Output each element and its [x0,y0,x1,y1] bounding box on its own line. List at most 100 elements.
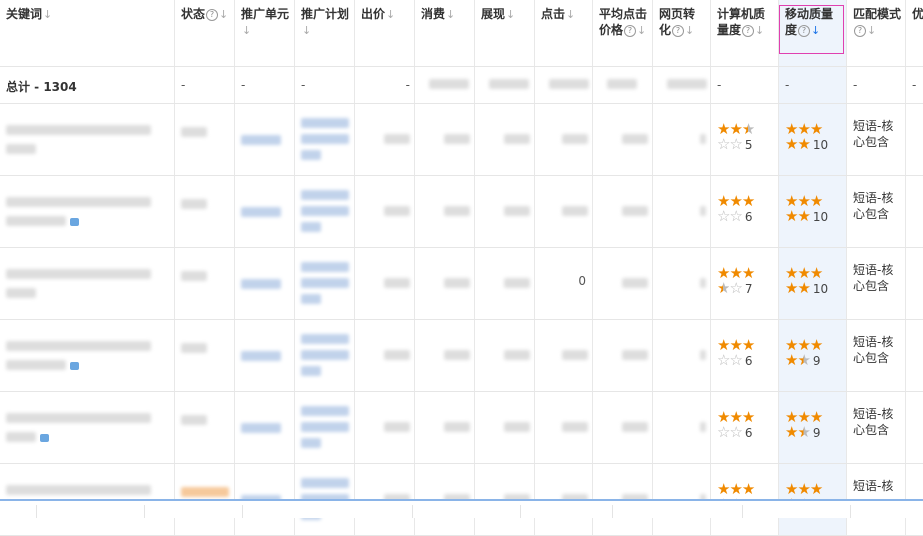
cell-conv [653,392,711,463]
help-icon[interactable]: ? [742,25,755,37]
total-dash: - [405,78,410,92]
table-row[interactable]: ★★★ ☆☆ 6 ★★★ ★★ 9 短语-核心包含 [0,392,923,464]
header-keyword[interactable]: 关键词↓ [0,0,175,66]
sort-arrow-icon[interactable]: ↓ [867,24,876,37]
header-impr[interactable]: 展现↓ [475,0,535,66]
redacted-plan [301,118,349,128]
header-click[interactable]: 点击↓ [535,0,593,66]
star-icon: ★ [785,351,798,369]
star-icon: ★ [797,279,810,297]
redacted-value [444,134,470,144]
star-icon: ★ [741,120,755,138]
pc-quality-stars: ★★★ ☆☆ 5 [717,122,774,153]
sort-arrow-icon[interactable]: ↓ [755,24,764,37]
redacted-keyword [6,269,151,279]
help-icon[interactable]: ? [206,9,219,21]
cell-conv [653,248,711,319]
total-cost [415,67,475,103]
redacted-unit [241,351,281,361]
help-icon[interactable]: ? [854,25,866,37]
table-body: ★★★ ☆☆ 5 ★★★ ★★ 10 短语-核心包含 ★★★ ☆☆ 6 ★★★ ★★ 10 短语-核心包含… [0,104,923,536]
sort-arrow-icon[interactable]: ↓ [506,8,515,21]
header-match[interactable]: 匹配模式? ↓ [847,0,906,66]
star-icon: ☆ [717,423,730,441]
header-keyword-label: 关键词 [6,7,43,21]
table-row[interactable]: 0 ★★★ ★☆ 7 ★★★ ★★ 10 短语-核心包含 [0,248,923,320]
help-icon[interactable]: ? [624,25,637,37]
header-status-label: 状态 [181,7,206,21]
cell-bid [355,248,415,319]
tag-icon[interactable] [40,434,49,442]
star-icon: ★ [741,480,755,498]
header-avgcpc[interactable]: 平均点击价格? ↓ [593,0,653,66]
header-match-label: 匹配模式 [853,7,902,21]
sort-arrow-icon[interactable]: ↓ [302,24,311,37]
redacted-status [181,271,207,281]
cell-plan [295,248,355,319]
sort-arrow-icon[interactable]: ↓ [242,24,251,37]
header-bid[interactable]: 出价↓ [355,0,415,66]
mobile-quality-stars: ★★★ ★★ 10 [785,194,842,225]
tag-icon[interactable] [70,218,79,226]
header-impr-label: 展现 [481,7,506,21]
sort-arrow-icon[interactable]: ↓ [219,8,228,21]
sort-arrow-icon[interactable]: ↓ [566,8,575,21]
total-mobq: - [779,67,847,103]
cell-keyword [0,320,175,391]
redacted-value [384,134,410,144]
cell-match: 短语-核心包含 [847,392,906,463]
sort-arrow-icon[interactable]: ↓ [637,24,646,37]
cell-cost [415,392,475,463]
header-mobq[interactable]: 移动质量度? ↓ [779,0,847,66]
redacted-plan [301,406,349,416]
redacted-value [384,350,410,360]
redacted-value [700,206,706,216]
redacted-value [622,422,648,432]
redacted-plan [301,150,321,160]
star-icon: ★ [797,135,810,153]
redacted-value [700,422,706,432]
redacted-value [384,206,410,216]
star-icon: ★ [785,135,798,153]
cell-bid [355,320,415,391]
cell-mobq: ★★★ ★★ 10 [779,104,847,175]
header-unit[interactable]: 推广单元 ↓ [235,0,295,66]
redacted-value [504,422,530,432]
cell-avgcpc [593,392,653,463]
sort-arrow-icon[interactable]: ↓ [43,8,52,21]
table-row[interactable]: ★★★ ☆☆ 6 ★★★ ★★ 10 短语-核心包含 [0,176,923,248]
sort-arrow-icon[interactable]: ↓ [386,8,395,21]
star-icon: ☆ [729,423,742,441]
header-more[interactable]: 优 [906,0,923,66]
table-header: 关键词↓ 状态? ↓ 推广单元↓ 推广计划↓ 出价↓ 消费↓ 展现↓ 点击↓ 平均点击价格? ↓ 网页… [0,0,923,67]
pc-quality-stars: ★★★☆☆6 [717,338,774,369]
header-conv[interactable]: 网页转化? ↓ [653,0,711,66]
redacted-status [181,487,229,497]
header-plan[interactable]: 推广计划 ↓ [295,0,355,66]
header-status[interactable]: 状态? ↓ [175,0,235,66]
cell-bid [355,392,415,463]
header-cost[interactable]: 消费↓ [415,0,475,66]
help-icon[interactable]: ? [672,25,685,37]
sort-arrow-icon[interactable]: ↓ [446,8,455,21]
cell-mobq: ★★★★★9 [779,320,847,391]
redacted-value [622,350,648,360]
table-row[interactable]: ★★★ ☆☆ 5 ★★★ ★★ 10 短语-核心包含 [0,104,923,176]
redacted-status [181,127,207,137]
pc-quality-stars-value: 5 [744,138,753,152]
redacted-value [700,278,706,288]
cell-mobq: ★★★★★9 [779,392,847,463]
header-pcq[interactable]: 计算机质量度? ↓ [711,0,779,66]
cell-more [906,392,923,463]
table-row[interactable]: ★★★ ☆☆ 6 ★★★ ★★ 9 短语-核心包含 [0,320,923,392]
cell-cost [415,320,475,391]
mobile-quality-stars: ★★★ ★★ 10 [785,266,842,297]
cell-status [175,176,235,247]
sort-arrow-icon[interactable]: ↓ [685,24,694,37]
cell-more [906,320,923,391]
cell-impr [475,104,535,175]
pc-quality-stars-value: 6 [744,354,753,368]
mobile-quality-stars-value: 10 [812,282,829,296]
tag-icon[interactable] [70,362,79,370]
redacted-plan [301,134,349,144]
